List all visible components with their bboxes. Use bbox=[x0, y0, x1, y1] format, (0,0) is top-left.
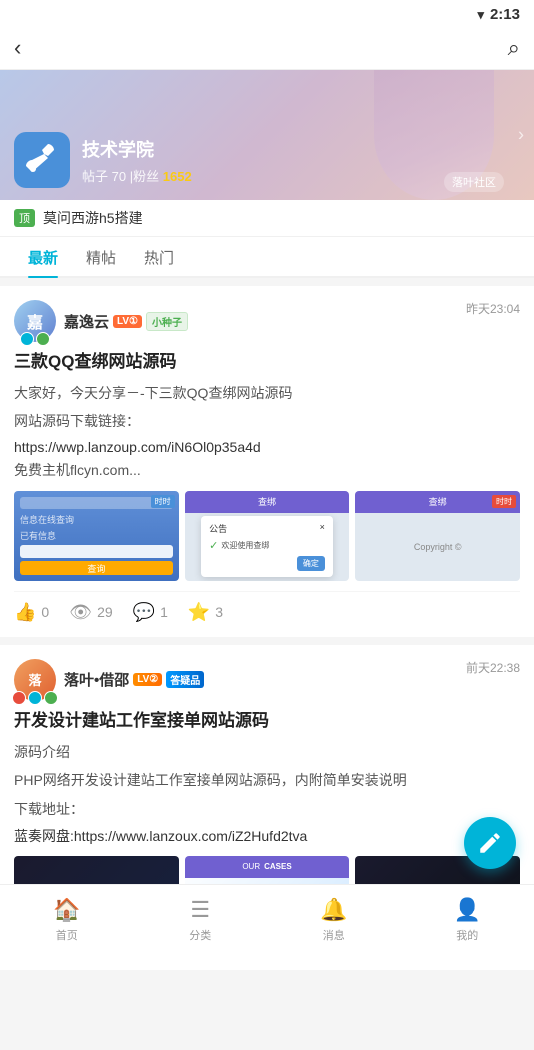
banner-content: 技术学院 帖子 70 |粉丝 1652 bbox=[0, 120, 206, 200]
home-icon: 🏠 bbox=[53, 897, 80, 923]
author-1-avatar: 嘉 bbox=[14, 300, 56, 342]
post-1-body1: 大家好，今天分享－-下三款QQ查绑网站源码 bbox=[14, 382, 520, 404]
wifi-icon: ▾ bbox=[477, 7, 484, 23]
badge2-blue bbox=[28, 691, 42, 705]
post-2-header: 落 落叶•借邵 LV② 答疑品 前天22:38 bbox=[14, 659, 520, 701]
post-1-header: 嘉 嘉逸云 LV① 小种子 昨天23:04 bbox=[14, 300, 520, 342]
banner-text-block: 技术学院 帖子 70 |粉丝 1652 bbox=[82, 136, 192, 185]
thumb2-header: 查绑 bbox=[185, 491, 350, 513]
star-button-1[interactable]: ⭐ 3 bbox=[188, 602, 223, 623]
badge-green bbox=[36, 332, 50, 346]
author-1-name: 嘉逸云 LV① 小种子 bbox=[64, 311, 188, 332]
view-count-1: 👁 29 bbox=[69, 602, 112, 623]
post-2-body2: PHP网络开发设计建站工作室接单网站源码，内附简单安装说明 bbox=[14, 769, 520, 791]
post-1-thumb-2[interactable]: 查绑 公告 × ✓ 欢迎使用查绑 确定 bbox=[185, 491, 350, 581]
profile-icon: 👤 bbox=[454, 897, 481, 923]
level-badge-2a: LV② bbox=[133, 673, 162, 686]
community-icon bbox=[14, 132, 70, 188]
search-button[interactable]: ⌕ bbox=[508, 35, 520, 61]
community-title: 技术学院 bbox=[82, 136, 192, 162]
author-2-name: 落叶•借邵 LV② 答疑品 bbox=[64, 669, 204, 690]
nav-messages-label: 消息 bbox=[323, 927, 345, 943]
post-1-author: 嘉 嘉逸云 LV① 小种子 bbox=[14, 300, 188, 342]
post-2-body1: 源码介绍 bbox=[14, 741, 520, 763]
author-2-info: 落叶•借邵 LV② 答疑品 bbox=[64, 669, 204, 690]
author-2-avatar: 落 bbox=[14, 659, 56, 701]
banner: 技术学院 帖子 70 |粉丝 1652 落叶社区 › bbox=[0, 70, 534, 200]
edit-icon bbox=[477, 830, 503, 856]
bell-icon: 🔔 bbox=[320, 897, 347, 923]
banner-arrow-icon[interactable]: › bbox=[518, 125, 524, 146]
back-button[interactable]: ‹ bbox=[14, 35, 21, 61]
bottom-spacer bbox=[0, 970, 534, 1050]
post-1-title: 三款QQ查绑网站源码 bbox=[14, 350, 520, 374]
badge2-green bbox=[44, 691, 58, 705]
wrench-icon bbox=[26, 144, 58, 176]
avatar2-badges bbox=[12, 691, 58, 705]
tabs-bar: 最新 精帖 热门 bbox=[0, 237, 534, 278]
nav-category-label: 分类 bbox=[189, 927, 211, 943]
post-2-time: 前天22:38 bbox=[466, 659, 520, 676]
post-2-title: 开发设计建站工作室接单网站源码 bbox=[14, 709, 520, 733]
post-1-images: 信息在线查询 已有信息 查询 时时 查绑 公告 × ✓ bbox=[14, 491, 520, 581]
post-1-body2: 网站源码下载链接： bbox=[14, 410, 520, 432]
pinned-notice[interactable]: 顶 莫问西游h5搭建 bbox=[0, 200, 534, 237]
post-1-thumb-1[interactable]: 信息在线查询 已有信息 查询 时时 bbox=[14, 491, 179, 581]
community-stats: 帖子 70 |粉丝 1652 bbox=[82, 166, 192, 185]
tab-hot[interactable]: 热门 bbox=[130, 237, 188, 276]
level-badge-2b: 答疑品 bbox=[166, 671, 204, 688]
comment-icon: 💬 bbox=[133, 602, 155, 623]
author-1-info: 嘉逸云 LV① 小种子 bbox=[64, 311, 188, 332]
post-1-actions: 👍 0 👁 29 💬 1 ⭐ 3 bbox=[14, 591, 520, 623]
tab-latest[interactable]: 最新 bbox=[14, 237, 72, 276]
nav-profile-label: 我的 bbox=[456, 927, 478, 943]
pinned-badge: 顶 bbox=[14, 209, 35, 227]
like-icon: 👍 bbox=[14, 602, 36, 623]
post-2-author: 落 落叶•借邵 LV② 答疑品 bbox=[14, 659, 204, 701]
like-button-1[interactable]: 👍 0 bbox=[14, 602, 49, 623]
bottom-nav: 🏠 首页 ☰ 分类 🔔 消息 👤 我的 bbox=[0, 884, 534, 949]
badge-verified bbox=[20, 332, 34, 346]
tab-featured[interactable]: 精帖 bbox=[72, 237, 130, 276]
thumb3-tag: 时时 bbox=[492, 495, 516, 508]
post-1-time: 昨天23:04 bbox=[466, 300, 520, 317]
nav-home-label: 首页 bbox=[56, 927, 78, 943]
nav-category[interactable]: ☰ 分类 bbox=[134, 885, 268, 949]
avatar-badges bbox=[20, 332, 50, 346]
post-1-thumb-3[interactable]: 查绑 Copyright © 时时 bbox=[355, 491, 520, 581]
level-badge-1: LV① bbox=[113, 315, 142, 328]
post-1-link[interactable]: https://wwp.lanzoup.com/iN6Ol0p35a4d bbox=[14, 439, 520, 455]
header: ‹ ⌕ bbox=[0, 27, 534, 70]
status-bar: ▾ 2:13 bbox=[0, 0, 534, 27]
post-2-body3: 下载地址： bbox=[14, 798, 520, 820]
badge2-red bbox=[12, 691, 26, 705]
banner-tag: 落叶社区 bbox=[444, 172, 504, 192]
category-icon: ☰ bbox=[190, 897, 210, 923]
compose-fab[interactable] bbox=[464, 817, 516, 869]
post-1-body3: 免费主机flcyn.com... bbox=[14, 459, 520, 481]
thumb3-copyright: Copyright © bbox=[355, 513, 520, 581]
comment-button-1[interactable]: 💬 1 bbox=[133, 602, 168, 623]
pinned-text: 莫问西游h5搭建 bbox=[43, 208, 143, 228]
nav-profile[interactable]: 👤 我的 bbox=[401, 885, 534, 949]
status-time: 2:13 bbox=[490, 6, 520, 23]
role-badge-1: 小种子 bbox=[146, 312, 188, 331]
post-card-1: 嘉 嘉逸云 LV① 小种子 昨天23:04 三款QQ查绑网站源码 大家好，今天分… bbox=[0, 286, 534, 637]
post-2-link[interactable]: 蓝奏网盘:https://www.lanzoux.com/iZ2Hufd2tva bbox=[14, 826, 520, 846]
nav-messages[interactable]: 🔔 消息 bbox=[267, 885, 401, 949]
star-icon: ⭐ bbox=[188, 602, 210, 623]
thumb1-tag: 时时 bbox=[151, 495, 175, 508]
nav-home[interactable]: 🏠 首页 bbox=[0, 885, 134, 949]
eye-icon: 👁 bbox=[69, 602, 92, 623]
thumb2-confirm-btn[interactable]: 确定 bbox=[297, 556, 325, 571]
